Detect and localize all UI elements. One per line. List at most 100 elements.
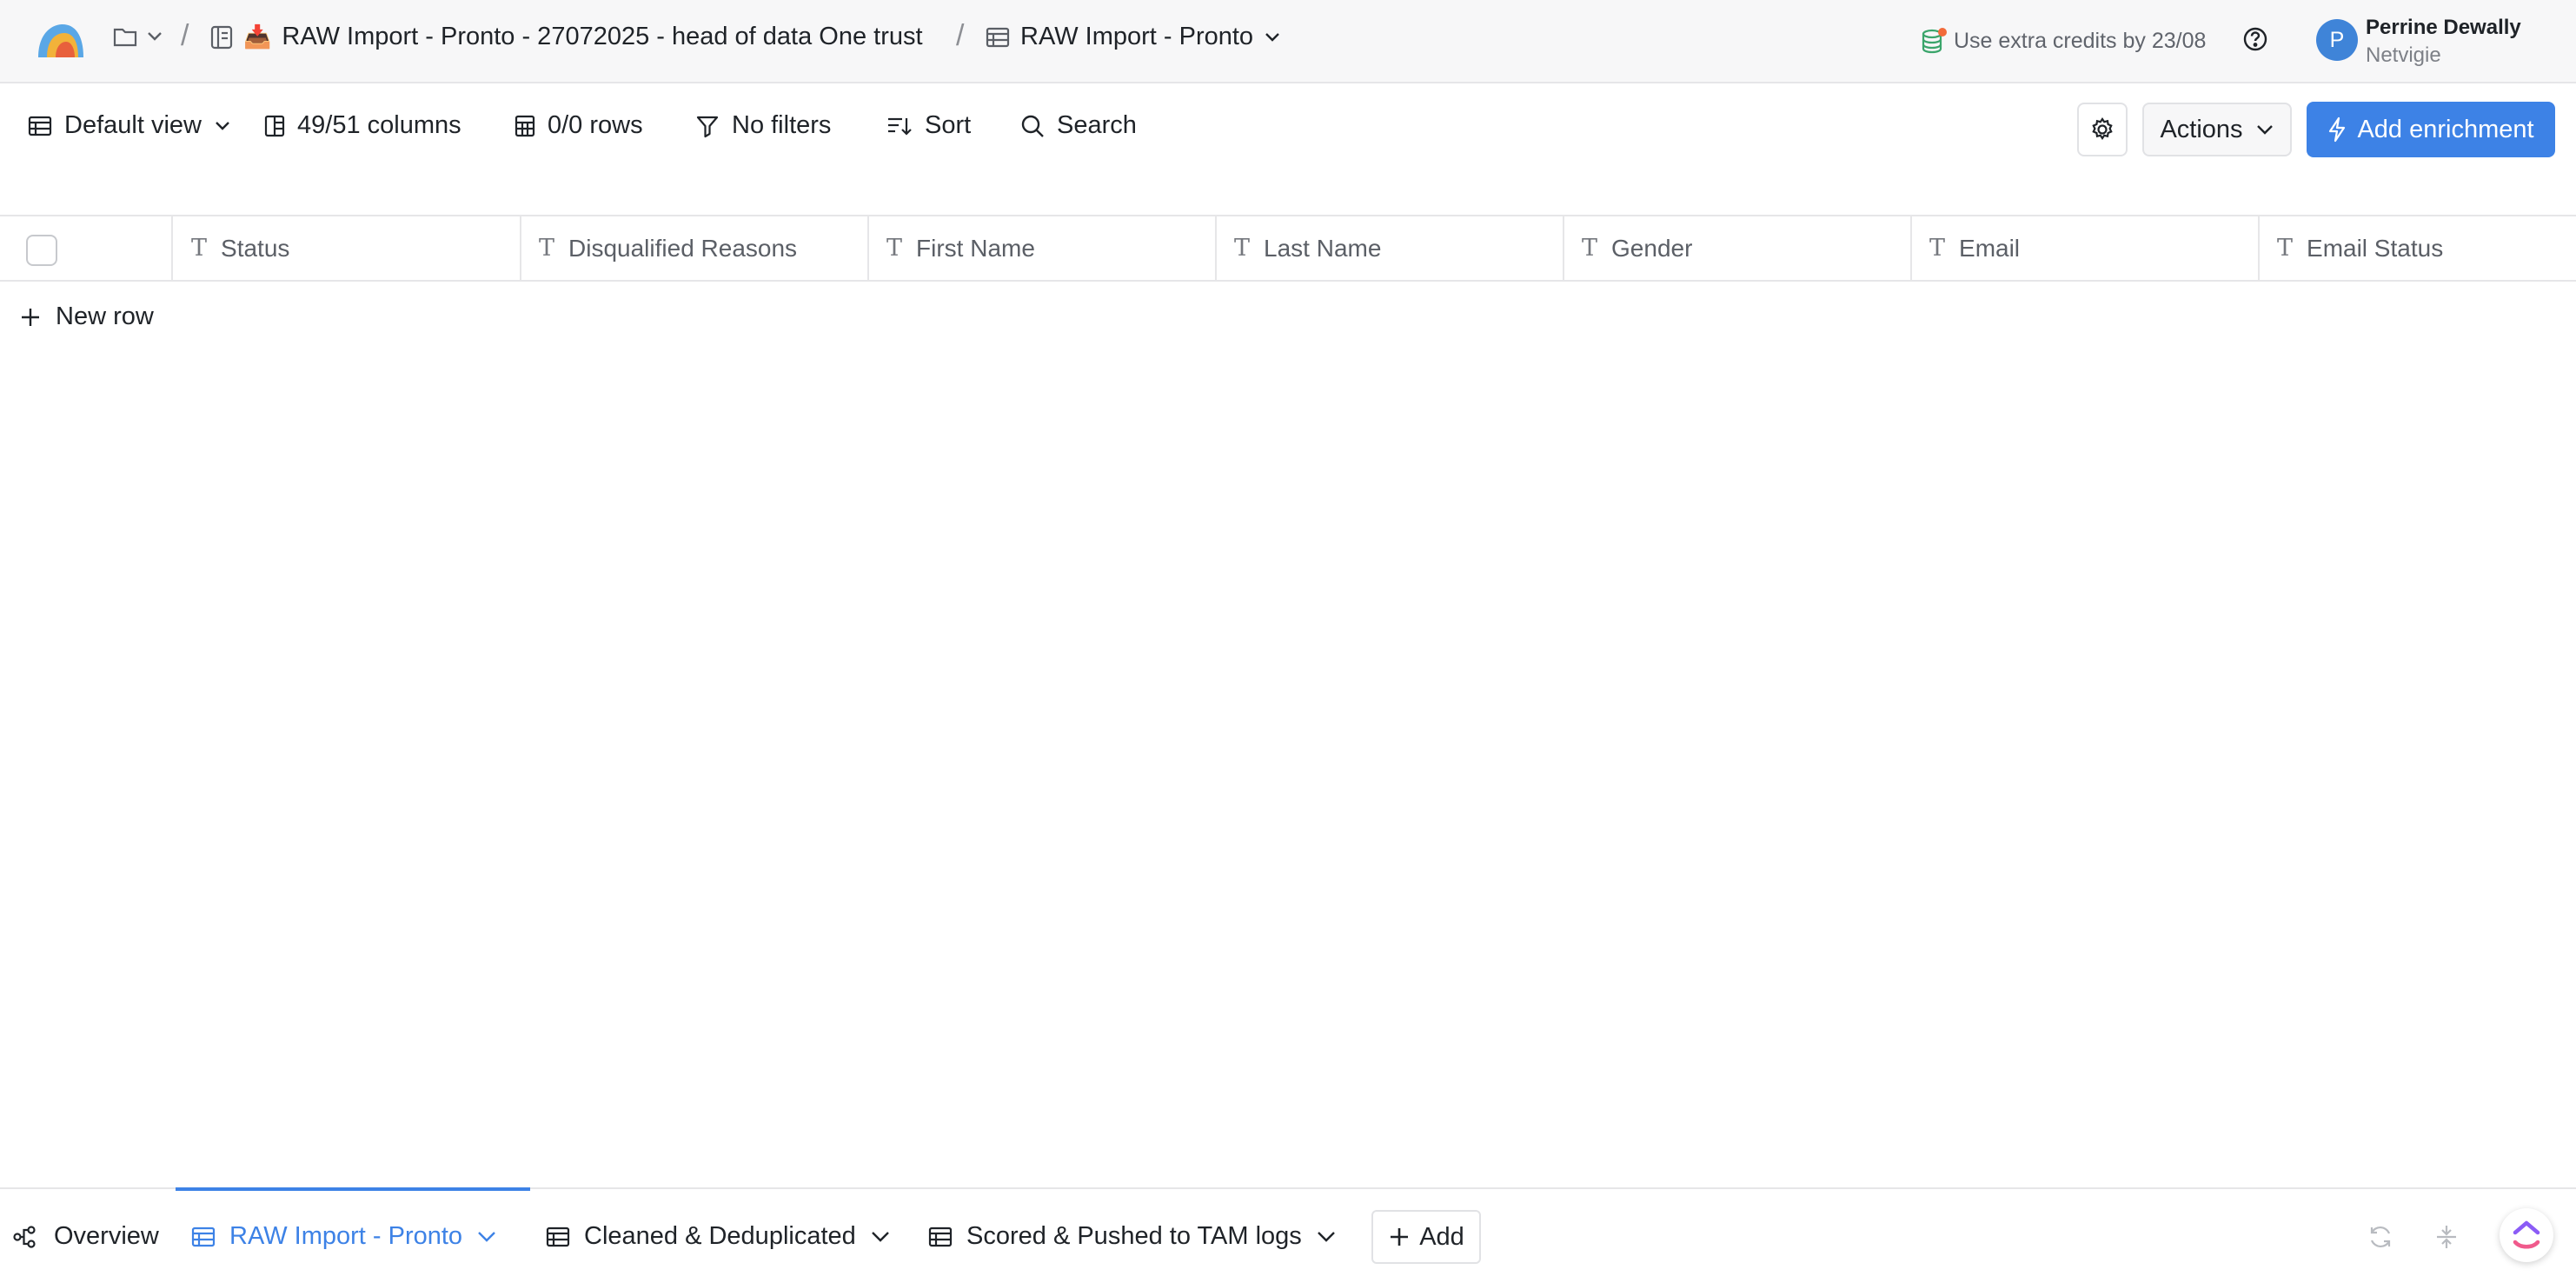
tab-overview-label: Overview — [54, 1222, 159, 1250]
column-header-label: Status — [221, 234, 290, 262]
chevron-down-icon[interactable] — [476, 1230, 497, 1244]
chevron-down-icon — [1264, 31, 1281, 43]
collapse-icon[interactable] — [2433, 1224, 2460, 1250]
chevron-down-icon — [214, 120, 231, 132]
chevron-down-icon — [2255, 123, 2274, 136]
filter-icon — [695, 114, 720, 138]
credits-icon — [1921, 26, 1949, 56]
column-header-label: First Name — [916, 234, 1035, 262]
table-icon — [28, 116, 52, 136]
table-name: RAW Import - Pronto — [1020, 23, 1254, 50]
actions-button[interactable]: Actions — [2142, 103, 2292, 156]
column-header-label: Disqualified Reasons — [568, 234, 798, 262]
column-header[interactable]: T Email Status — [2260, 216, 2576, 280]
user-name: Perrine Dewally — [2366, 16, 2521, 39]
active-tab-indicator — [176, 1187, 530, 1191]
user-org: Netvigie — [2366, 43, 2441, 67]
help-icon[interactable] — [2242, 26, 2268, 52]
tab-label: RAW Import - Pronto — [229, 1222, 463, 1250]
sort-button[interactable]: Sort — [886, 111, 971, 140]
search-label: Search — [1057, 111, 1137, 139]
column-header[interactable]: T Last Name — [1217, 216, 1564, 280]
tab-raw-import-pronto[interactable]: RAW Import - Pronto — [191, 1222, 497, 1251]
credits-text: Use extra credits by 23/08 — [1954, 28, 2207, 53]
add-table-button[interactable]: Add — [1371, 1210, 1481, 1264]
breadcrumb-separator: / — [956, 19, 965, 52]
table-icon — [546, 1226, 570, 1247]
workbook-icon — [210, 25, 233, 50]
bottom-tab-bar: Overview RAW Import - Pronto Cleaned & D… — [0, 1187, 2576, 1283]
rows-button[interactable]: 0/0 rows — [515, 111, 643, 140]
column-header[interactable]: T Email — [1912, 216, 2260, 280]
workbook-name: RAW Import - Pronto - 27072025 - head of… — [282, 23, 923, 50]
plus-icon — [19, 306, 42, 329]
folder-icon — [113, 26, 137, 47]
settings-button[interactable] — [2077, 103, 2128, 156]
tab-overview[interactable]: Overview — [12, 1222, 159, 1251]
top-bar: / 📥 RAW Import - Pronto - 27072025 - hea… — [0, 0, 2576, 83]
app-logo-icon[interactable] — [35, 21, 87, 59]
filters-label: No filters — [732, 111, 832, 139]
chevron-down-icon[interactable] — [870, 1230, 891, 1244]
grid-header: T Status T Disqualified Reasons T First … — [0, 215, 2576, 282]
extra-credits-notice[interactable]: Use extra credits by 23/08 — [1921, 26, 2206, 56]
columns-label: 49/51 columns — [297, 111, 461, 139]
assistant-brand-icon[interactable] — [2500, 1208, 2553, 1262]
add-enrichment-label: Add enrichment — [2357, 115, 2534, 143]
column-header-label: Email Status — [2307, 234, 2444, 262]
new-row-button[interactable]: New row — [19, 302, 154, 331]
sort-label: Sort — [925, 111, 972, 139]
column-header[interactable]: T First Name — [869, 216, 1217, 280]
table-icon — [986, 27, 1010, 48]
workbook-emoji: 📥 — [243, 23, 272, 50]
sort-icon — [886, 115, 913, 137]
filters-button[interactable]: No filters — [695, 111, 831, 140]
tab-cleaned-deduplicated[interactable]: Cleaned & Deduplicated — [546, 1222, 891, 1251]
text-type-icon: T — [1234, 235, 1251, 262]
text-type-icon: T — [2277, 235, 2294, 262]
column-header[interactable]: T Status — [174, 216, 521, 280]
tab-scored-pushed[interactable]: Scored & Pushed to TAM logs — [928, 1222, 1337, 1251]
columns-button[interactable]: 49/51 columns — [264, 111, 461, 140]
text-type-icon: T — [1929, 235, 1946, 262]
chevron-down-icon — [146, 30, 163, 43]
text-type-icon: T — [886, 235, 903, 262]
folder-menu-button[interactable] — [113, 26, 163, 47]
column-header[interactable]: T Gender — [1564, 216, 1912, 280]
new-row-label: New row — [56, 302, 154, 330]
workflow-icon — [12, 1225, 40, 1249]
table-icon — [191, 1226, 216, 1247]
column-header-label: Last Name — [1264, 234, 1382, 262]
select-all-checkbox[interactable] — [26, 235, 57, 266]
rows-label: 0/0 rows — [548, 111, 643, 139]
rows-icon — [515, 115, 535, 137]
lightning-icon — [2327, 116, 2347, 143]
gear-icon — [2089, 116, 2115, 143]
view-label: Default view — [64, 111, 202, 139]
actions-label: Actions — [2160, 115, 2243, 143]
column-header[interactable]: T Disqualified Reasons — [521, 216, 869, 280]
text-type-icon: T — [191, 235, 208, 262]
search-icon — [1020, 114, 1045, 138]
search-button[interactable]: Search — [1020, 111, 1137, 140]
select-all-cell — [0, 216, 173, 280]
text-type-icon: T — [1582, 235, 1598, 262]
tab-label: Cleaned & Deduplicated — [584, 1222, 856, 1250]
breadcrumb-workbook[interactable]: 📥 RAW Import - Pronto - 27072025 - head … — [210, 23, 923, 51]
add-enrichment-button[interactable]: Add enrichment — [2307, 102, 2555, 157]
refresh-icon[interactable] — [2367, 1224, 2393, 1250]
tab-label: Scored & Pushed to TAM logs — [966, 1222, 1302, 1250]
breadcrumb-separator: / — [181, 19, 189, 52]
plus-icon — [1388, 1226, 1411, 1248]
breadcrumb-table[interactable]: RAW Import - Pronto — [986, 23, 1281, 51]
add-label: Add — [1419, 1222, 1464, 1251]
chevron-down-icon[interactable] — [1316, 1230, 1337, 1244]
user-info[interactable]: Perrine Dewally Netvigie — [2366, 14, 2521, 70]
columns-icon — [264, 115, 285, 137]
text-type-icon: T — [539, 235, 555, 262]
column-header-label: Email — [1959, 234, 2021, 262]
table-icon — [928, 1226, 953, 1247]
view-selector[interactable]: Default view — [28, 111, 231, 140]
user-avatar[interactable]: P — [2316, 19, 2358, 61]
column-header-label: Gender — [1611, 234, 1693, 262]
